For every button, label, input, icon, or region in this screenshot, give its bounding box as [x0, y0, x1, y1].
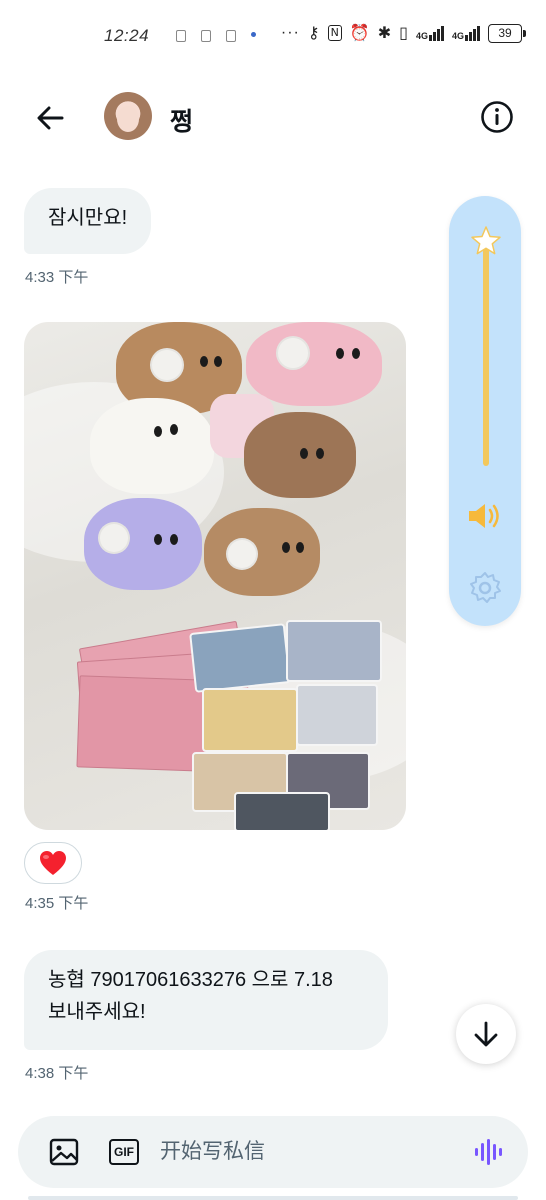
- volume-slider-track[interactable]: [483, 248, 489, 466]
- message-timestamp: 4:35 下午: [25, 895, 89, 912]
- photo-card: [286, 620, 382, 682]
- photo-card: [234, 792, 330, 830]
- photo-card: [296, 684, 378, 746]
- plush-toy: [246, 322, 382, 406]
- scroll-to-bottom-button[interactable]: [456, 1004, 516, 1064]
- plush-toy: [204, 508, 320, 596]
- message-bubble[interactable]: 잠시만요!: [24, 188, 152, 254]
- message-input[interactable]: [160, 1116, 460, 1188]
- network-type: 4G: [415, 30, 428, 41]
- gear-icon[interactable]: [467, 570, 503, 606]
- status-icons: ··· ⚷ N ⏰ ✱ ▯ 4G 4G 39: [280, 23, 526, 43]
- message-line: 보내주세요!: [48, 1001, 146, 1023]
- photo-card: [189, 623, 291, 693]
- network-type: 4G: [451, 30, 464, 41]
- overflow-icon: ···: [280, 24, 300, 41]
- plush-toy: [90, 398, 214, 494]
- message-bubble[interactable]: 농협 79017061633276 으로 7.18 보내주세요!: [24, 950, 388, 1050]
- bluetooth-icon: ✱: [377, 23, 392, 42]
- gif-button[interactable]: GIF: [108, 1136, 140, 1168]
- plush-toy: [84, 498, 202, 590]
- back-button[interactable]: [30, 98, 70, 138]
- conversation-header: 쩡: [0, 80, 546, 152]
- arrow-down-icon: [474, 1021, 498, 1047]
- avatar[interactable]: [104, 92, 152, 140]
- signal-icon: 4G: [451, 25, 480, 41]
- notification-icon: [226, 30, 236, 42]
- notification-icon: [176, 30, 186, 42]
- key-icon: ⚷: [307, 23, 320, 42]
- volume-panel[interactable]: [449, 196, 521, 626]
- image-icon[interactable]: [48, 1136, 80, 1168]
- heart-icon: [40, 851, 66, 875]
- plush-toy: [244, 412, 356, 498]
- message-timestamp: 4:33 下午: [25, 269, 89, 286]
- message-composer: GIF: [18, 1116, 528, 1188]
- photo-card: [202, 688, 298, 752]
- status-time: 12:24: [104, 26, 150, 45]
- vibrate-icon: ▯: [399, 23, 408, 42]
- message-line: 농협 79017061633276 으로 7.18: [48, 969, 333, 991]
- gif-label: GIF: [109, 1139, 139, 1165]
- signal-icon: 4G: [415, 25, 444, 41]
- nfc-icon: N: [327, 25, 342, 41]
- heart-reaction[interactable]: [24, 842, 82, 884]
- contact-name[interactable]: 쩡: [170, 102, 193, 138]
- speaker-icon[interactable]: [466, 500, 504, 532]
- alarm-icon: ⏰: [349, 23, 370, 42]
- notification-dot-icon: [251, 32, 256, 37]
- arrow-left-icon: [37, 106, 64, 130]
- bottom-divider: [28, 1196, 518, 1200]
- status-bar: 12:24 ··· ⚷ N ⏰ ✱ ▯ 4G 4G 39: [0, 0, 546, 70]
- voice-wave-icon[interactable]: [472, 1136, 504, 1168]
- star-icon[interactable]: [469, 224, 503, 258]
- message-timestamp: 4:38 下午: [25, 1065, 89, 1082]
- message-photo[interactable]: [24, 322, 406, 830]
- battery-icon: 39: [488, 23, 526, 43]
- info-circle-icon[interactable]: [480, 100, 514, 134]
- notification-icon: [201, 30, 211, 42]
